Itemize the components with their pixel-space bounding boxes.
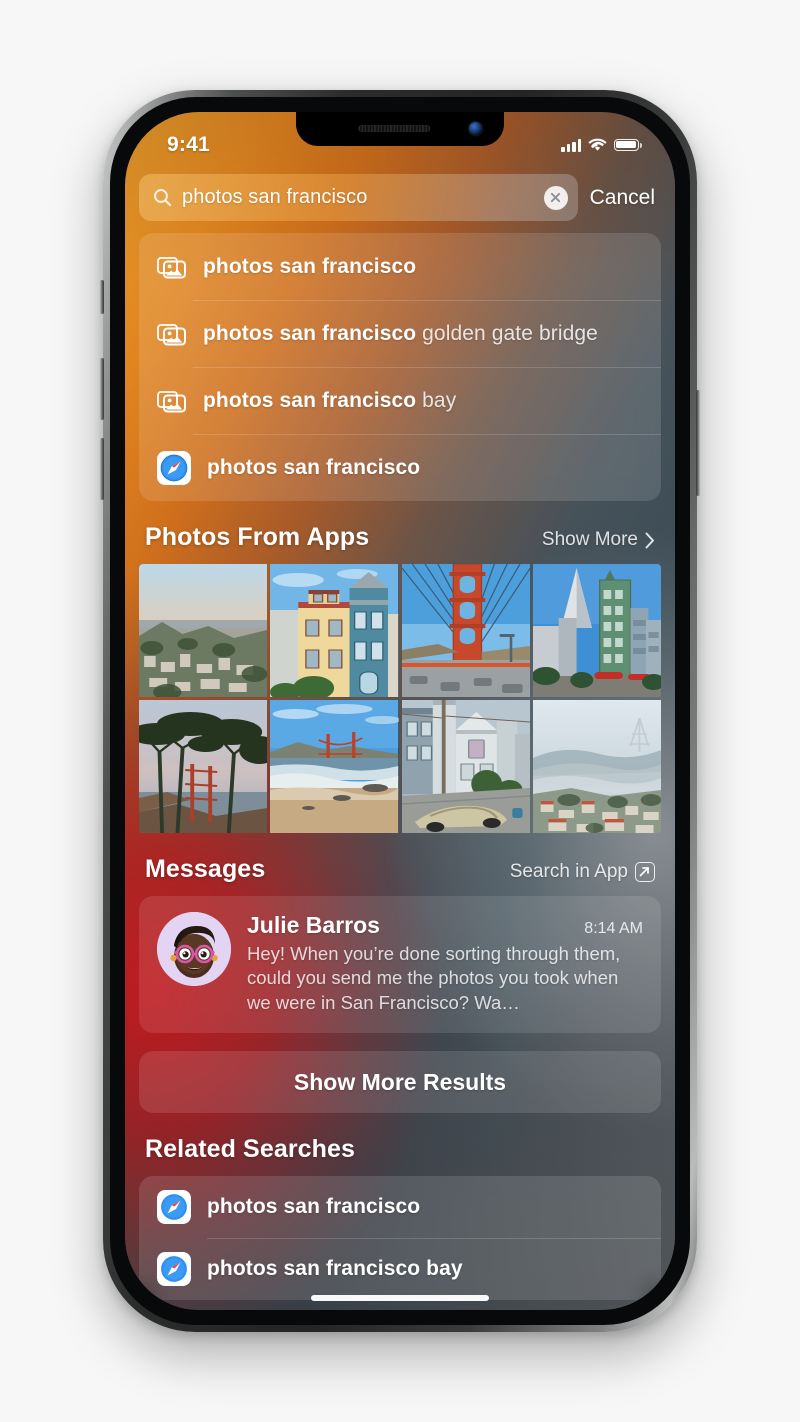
- search-in-app-label: Search in App: [509, 861, 628, 882]
- safari-icon: [157, 450, 191, 485]
- wifi-icon: [588, 138, 607, 151]
- suggestion-label: photos san francisco: [203, 254, 417, 278]
- message-body: Julie Barros 8:14 AM Hey! When you’re do…: [247, 912, 643, 1015]
- device-screen: 9:41 photos san francisco Cancel photos …: [125, 112, 675, 1310]
- message-sender: Julie Barros: [247, 912, 380, 938]
- clear-search-button[interactable]: [543, 185, 568, 210]
- photo-thumbnail[interactable]: [139, 700, 268, 833]
- suggestion-row[interactable]: photos san francisco: [139, 233, 661, 300]
- cellular-signal-icon: [561, 139, 581, 152]
- show-more-results-button[interactable]: Show More Results: [139, 1051, 661, 1114]
- home-indicator[interactable]: [311, 1295, 489, 1301]
- chevron-right-icon: [645, 532, 654, 548]
- volume-up-button[interactable]: [100, 358, 104, 420]
- suggestion-label: photos san francisco golden gate bridge: [203, 321, 598, 345]
- message-preview: Hey! When you’re done sorting through th…: [247, 943, 621, 1013]
- search-bar: photos san francisco Cancel: [139, 174, 661, 221]
- avatar: [157, 912, 231, 986]
- photos-stack-icon: [157, 390, 186, 412]
- search-icon: [154, 189, 172, 207]
- photos-section-title: Photos From Apps: [145, 523, 370, 551]
- photo-thumbnail[interactable]: [401, 564, 530, 697]
- external-link-icon: [635, 862, 655, 882]
- search-input-value: photos san francisco: [182, 186, 368, 208]
- status-clock: 9:41: [167, 133, 210, 156]
- spotlight-search: photos san francisco Cancel photos san f…: [125, 112, 675, 1310]
- suggestion-row[interactable]: photos san francisco golden gate bridge: [139, 300, 661, 367]
- message-header: Julie Barros 8:14 AM: [247, 912, 643, 939]
- suggestion-row[interactable]: photos san francisco: [139, 434, 661, 501]
- device-bezel: 9:41 photos san francisco Cancel photos …: [110, 97, 690, 1325]
- iphone-device: 9:41 photos san francisco Cancel photos …: [100, 90, 700, 1332]
- photo-thumbnail[interactable]: [270, 700, 399, 833]
- photos-grid: [139, 564, 661, 833]
- message-result-card[interactable]: Julie Barros 8:14 AM Hey! When you’re do…: [139, 896, 661, 1034]
- search-input[interactable]: photos san francisco: [139, 174, 578, 221]
- related-search-row[interactable]: photos san francisco: [139, 1176, 661, 1238]
- photos-section-header: Photos From Apps Show More: [139, 523, 661, 552]
- safari-icon: [157, 1252, 191, 1287]
- related-section-header: Related Searches: [139, 1135, 661, 1164]
- silent-switch[interactable]: [100, 280, 104, 314]
- suggestion-row[interactable]: photos san francisco bay: [139, 367, 661, 434]
- suggestion-label: photos san francisco: [207, 455, 421, 479]
- earpiece-speaker: [358, 125, 431, 132]
- search-in-app-button[interactable]: Search in App: [510, 861, 655, 883]
- photo-thumbnail[interactable]: [270, 564, 399, 697]
- volume-down-button[interactable]: [100, 438, 104, 500]
- related-searches-list: photos san francisco photos san francisc…: [139, 1176, 661, 1301]
- battery-icon: [614, 138, 642, 152]
- notch: [296, 112, 504, 146]
- front-camera: [469, 122, 482, 135]
- show-more-label: Show More: [541, 529, 638, 550]
- close-icon: [551, 192, 561, 203]
- related-section-title: Related Searches: [145, 1135, 356, 1164]
- messages-section-header: Messages Search in App: [139, 855, 661, 884]
- photo-thumbnail[interactable]: [401, 700, 530, 833]
- photos-stack-icon: [157, 323, 186, 345]
- photos-stack-icon: [157, 256, 186, 278]
- safari-icon: [157, 1190, 191, 1225]
- status-icons: [561, 138, 642, 152]
- related-search-label: photos san francisco: [207, 1195, 421, 1219]
- messages-section-title: Messages: [145, 855, 266, 883]
- related-search-row[interactable]: photos san francisco bay: [139, 1238, 661, 1300]
- side-power-button[interactable]: [696, 390, 700, 496]
- photo-thumbnail[interactable]: [532, 564, 661, 697]
- cancel-button[interactable]: Cancel: [588, 186, 661, 210]
- suggestion-label: photos san francisco bay: [203, 388, 457, 412]
- search-suggestions-list: photos san francisco photos san francisc…: [139, 233, 661, 501]
- show-more-photos-button[interactable]: Show More: [542, 529, 655, 551]
- photo-thumbnail[interactable]: [139, 564, 268, 697]
- memoji-avatar: [157, 912, 231, 986]
- photo-thumbnail[interactable]: [532, 700, 661, 833]
- related-search-label: photos san francisco bay: [207, 1257, 463, 1281]
- message-time: 8:14 AM: [584, 920, 643, 937]
